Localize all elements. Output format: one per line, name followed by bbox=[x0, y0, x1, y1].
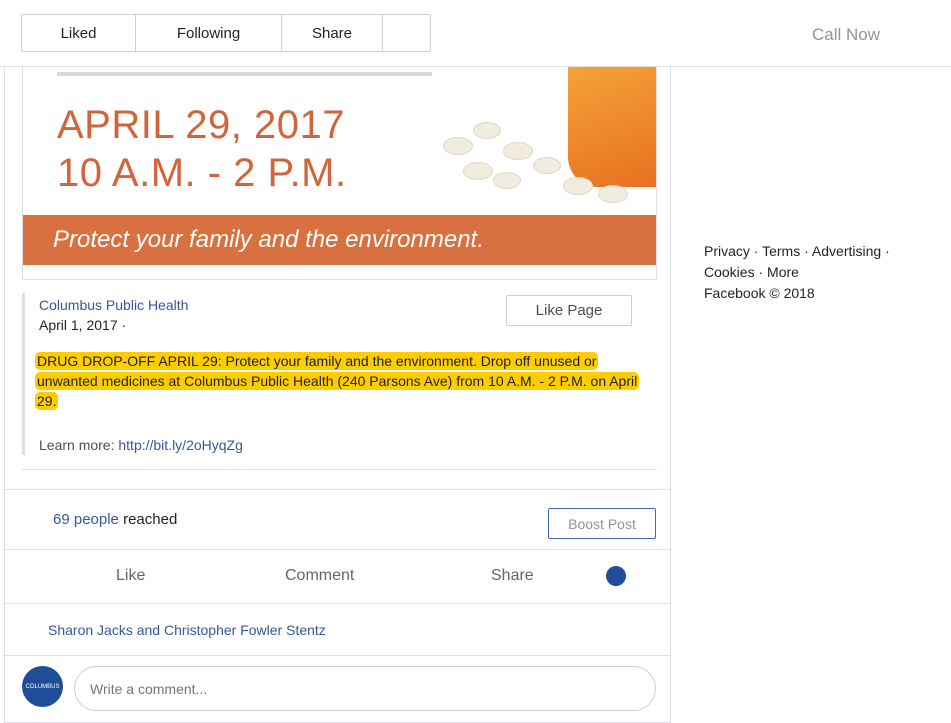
pill-graphic bbox=[443, 137, 473, 155]
banner-time: 10 A.M. - 2 P.M. bbox=[57, 151, 347, 195]
like-page-button[interactable]: Like Page bbox=[506, 295, 632, 326]
post-card: APRIL 29, 2017 10 A.M. - 2 P.M. Protect … bbox=[4, 67, 671, 723]
banner-date: APRIL 29, 2017 bbox=[57, 103, 345, 147]
page-name-link[interactable]: Columbus Public Health bbox=[39, 297, 188, 313]
page-action-bar: Liked Following Share Call Now bbox=[0, 0, 951, 67]
post-banner-image[interactable]: APRIL 29, 2017 10 A.M. - 2 P.M. Protect … bbox=[22, 67, 657, 280]
divider bbox=[22, 469, 657, 470]
page-avatar-selector[interactable] bbox=[606, 566, 626, 586]
comment-row: COLUMBUS bbox=[5, 655, 670, 723]
likers-link[interactable]: Sharon Jacks and Christopher Fowler Sten… bbox=[48, 622, 326, 638]
pill-graphic bbox=[533, 157, 561, 174]
more-options-button[interactable] bbox=[383, 15, 430, 51]
reach-row: 69 people reached Boost Post bbox=[5, 489, 670, 549]
following-button[interactable]: Following bbox=[136, 15, 282, 51]
advertising-link[interactable]: Advertising bbox=[812, 243, 881, 259]
banner-tagline: Protect your family and the environment. bbox=[53, 226, 484, 253]
share-page-button[interactable]: Share bbox=[282, 15, 383, 51]
avatar-text: COLUMBUS bbox=[25, 683, 60, 690]
banner-tagline-strip: Protect your family and the environment. bbox=[23, 215, 656, 265]
pill-graphic bbox=[473, 122, 501, 139]
reach-text: 69 people reached bbox=[53, 511, 177, 528]
separator: · bbox=[758, 264, 764, 280]
reach-count-link[interactable]: 69 people bbox=[53, 511, 119, 528]
share-button[interactable]: Share bbox=[491, 567, 534, 585]
learn-more: Learn more: http://bit.ly/2oHyqZg bbox=[39, 437, 243, 453]
like-button[interactable]: Like bbox=[116, 567, 145, 585]
privacy-link[interactable]: Privacy bbox=[704, 243, 750, 259]
pill-graphic bbox=[463, 162, 493, 180]
likers-row: Sharon Jacks and Christopher Fowler Sten… bbox=[5, 603, 670, 655]
boost-post-button[interactable]: Boost Post bbox=[548, 508, 656, 539]
comment-button[interactable]: Comment bbox=[285, 567, 354, 585]
separator: · bbox=[753, 243, 759, 259]
reach-suffix: reached bbox=[123, 511, 178, 528]
post-text-highlighted: DRUG DROP-OFF APRIL 29: Protect your fam… bbox=[35, 352, 640, 410]
copyright: Facebook © 2018 bbox=[704, 285, 815, 301]
terms-link[interactable]: Terms bbox=[762, 243, 800, 259]
shared-post: Columbus Public Health April 1, 2017 · L… bbox=[22, 293, 659, 455]
post-actions: Like Comment Share bbox=[5, 549, 670, 603]
pill-graphic bbox=[598, 185, 628, 203]
comment-input[interactable] bbox=[74, 666, 656, 711]
pill-graphic bbox=[493, 172, 521, 189]
pill-bottle-graphic bbox=[568, 67, 656, 187]
separator: · bbox=[804, 243, 809, 259]
separator: · bbox=[885, 243, 890, 259]
post-text: DRUG DROP-OFF APRIL 29: Protect your fam… bbox=[35, 351, 645, 411]
page-actions-group: Liked Following Share bbox=[21, 14, 431, 52]
learn-more-link[interactable]: http://bit.ly/2oHyqZg bbox=[118, 437, 243, 453]
cookies-link[interactable]: Cookies bbox=[704, 264, 755, 280]
call-now-button[interactable]: Call Now bbox=[812, 25, 880, 45]
learn-more-label: Learn more: bbox=[39, 437, 115, 453]
footer-links: Privacy · Terms · Advertising · Cookies … bbox=[704, 241, 934, 304]
post-date[interactable]: April 1, 2017 · bbox=[39, 317, 126, 333]
liked-button[interactable]: Liked bbox=[22, 15, 136, 51]
banner-divider bbox=[57, 72, 432, 76]
more-link[interactable]: More bbox=[767, 264, 799, 280]
pill-graphic bbox=[563, 177, 593, 195]
avatar[interactable]: COLUMBUS bbox=[22, 666, 63, 707]
pill-graphic bbox=[503, 142, 533, 160]
